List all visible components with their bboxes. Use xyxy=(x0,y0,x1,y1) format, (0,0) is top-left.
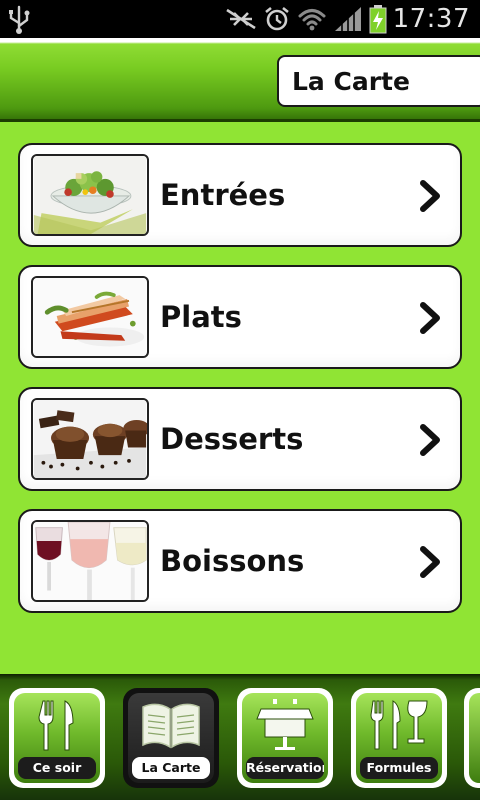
menu-item-label: Plats xyxy=(160,300,242,334)
tab-la-carte[interactable]: La Carte xyxy=(123,688,219,788)
battery-charging-icon xyxy=(369,5,387,34)
page-title: La Carte xyxy=(277,55,480,107)
clock: 17:37 xyxy=(392,4,470,34)
menu-item-entrees[interactable]: Entrées xyxy=(18,143,462,247)
tab-label: La Carte xyxy=(132,757,210,779)
tab-label: Formules xyxy=(360,757,438,779)
tab-ce-soir[interactable]: Ce soir xyxy=(9,688,105,788)
muffins-thumbnail xyxy=(31,398,149,480)
tab-more-inner xyxy=(469,693,480,783)
reserved-table-icon xyxy=(256,699,314,750)
cutlery-glass-icon xyxy=(370,700,428,750)
usb-icon xyxy=(9,5,30,34)
tab-formules[interactable]: Formules xyxy=(351,688,447,788)
header-bar: La Carte xyxy=(0,38,480,122)
alarm-icon xyxy=(264,6,289,31)
cell-signal-icon xyxy=(334,7,361,31)
open-book-icon xyxy=(142,703,200,749)
tab-label: Réservations xyxy=(246,757,324,779)
fish-dish-thumbnail xyxy=(31,276,149,358)
no-signal-icon xyxy=(225,8,256,30)
menu-item-label: Boissons xyxy=(160,544,305,578)
status-bar: 17:37 xyxy=(0,0,480,38)
wine-glasses-thumbnail xyxy=(31,520,149,602)
wifi-icon xyxy=(298,9,326,31)
fork-knife-icon xyxy=(38,700,74,751)
menu-item-boissons[interactable]: Boissons xyxy=(18,509,462,613)
chevron-right-icon xyxy=(420,546,440,578)
bottom-tab-bar: Ce soir La Carte Réservatio Formules xyxy=(0,674,480,800)
chevron-right-icon xyxy=(420,424,440,456)
tab-reservations[interactable]: Réservations xyxy=(237,688,333,788)
menu-item-desserts[interactable]: Desserts xyxy=(18,387,462,491)
salad-thumbnail xyxy=(31,154,149,236)
tab-more[interactable] xyxy=(464,688,480,788)
tab-label: Ce soir xyxy=(18,757,96,779)
menu-item-label: Entrées xyxy=(160,178,286,212)
chevron-right-icon xyxy=(420,180,440,212)
chevron-right-icon xyxy=(420,302,440,334)
menu-item-label: Desserts xyxy=(160,422,304,456)
menu-list: Entrées Plats Desserts Boissons xyxy=(0,122,480,674)
menu-item-plats[interactable]: Plats xyxy=(18,265,462,369)
